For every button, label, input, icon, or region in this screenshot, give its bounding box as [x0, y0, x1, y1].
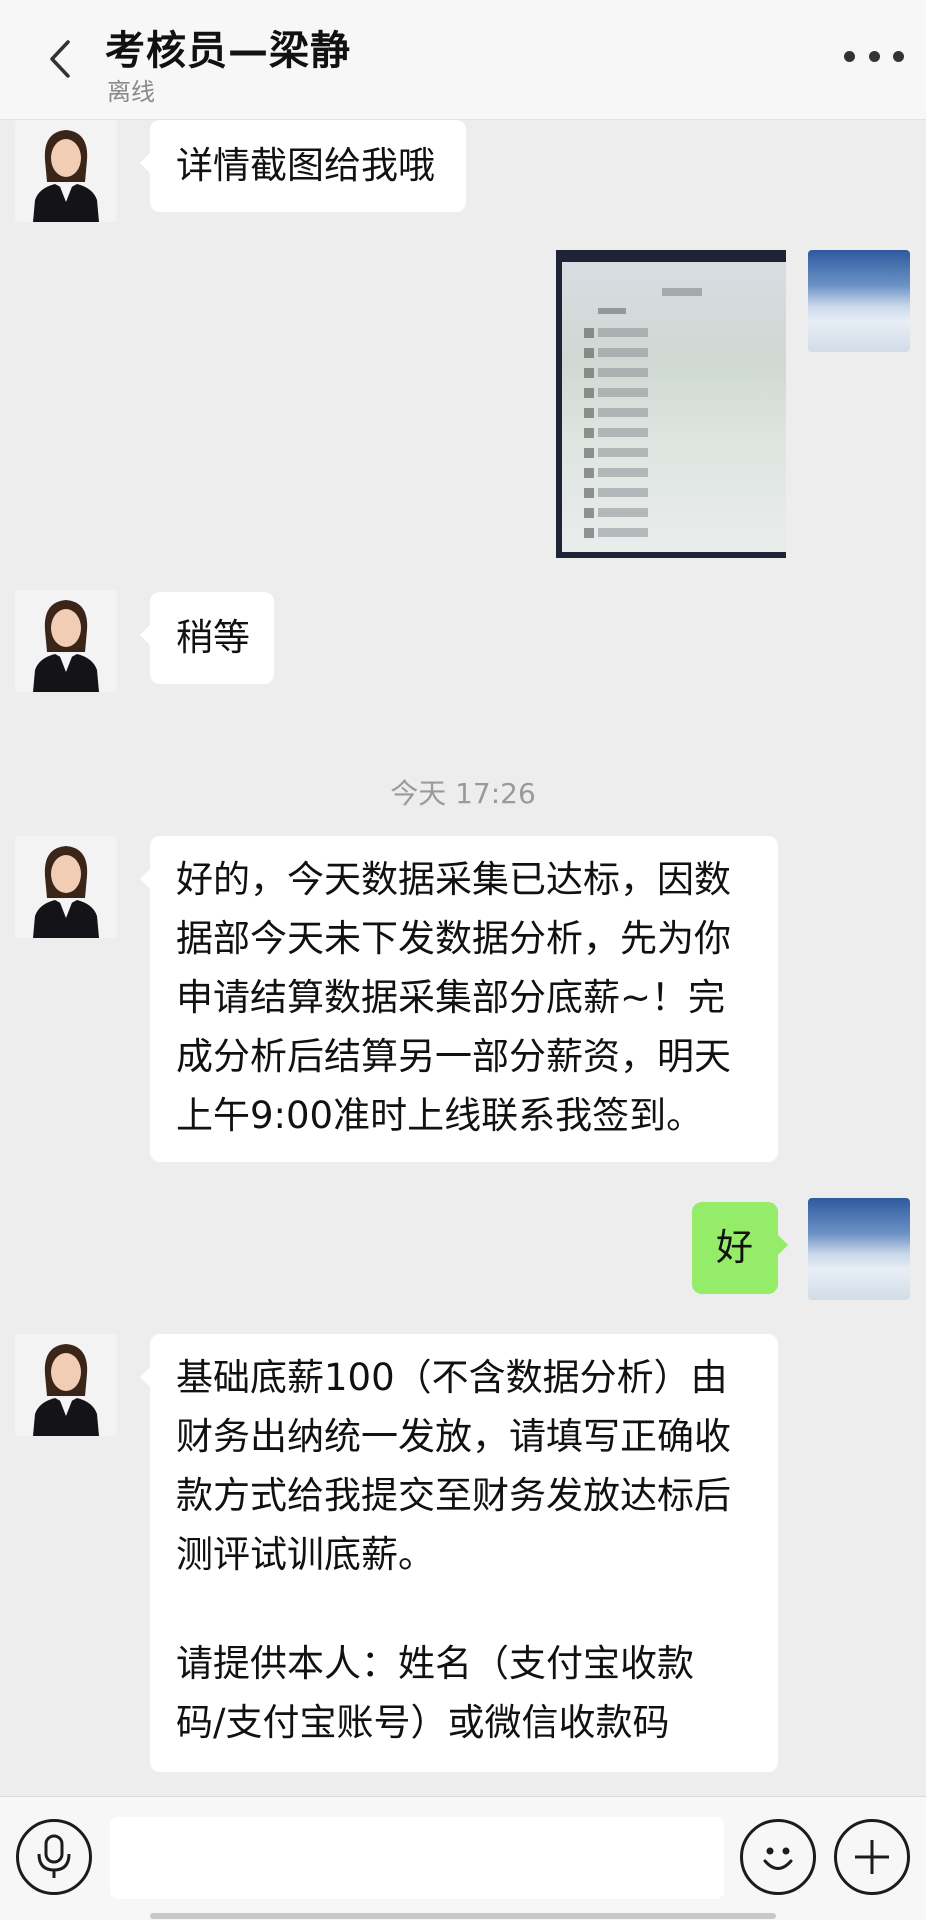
message-line: 据部今天未下发数据分析，先为你: [176, 917, 731, 960]
plus-icon[interactable]: [834, 1819, 910, 1895]
my-avatar[interactable]: [808, 250, 910, 352]
message-line: 测评试训底薪。: [176, 1533, 435, 1576]
home-indicator: [150, 1913, 776, 1919]
message-line: 款方式给我提交至财务发放达标后: [176, 1474, 731, 1517]
chat-header: 考核员—梁静 离线: [0, 0, 926, 120]
message-bubble[interactable]: 基础底薪100（不含数据分析）由 财务出纳统一发放，请填写正确收 款方式给我提交…: [140, 1334, 778, 1772]
more-dots-icon[interactable]: [844, 46, 904, 66]
contact-status: 离线: [107, 78, 155, 106]
contact-avatar[interactable]: [15, 1334, 117, 1436]
back-chevron-icon[interactable]: [40, 34, 80, 84]
my-avatar[interactable]: [808, 1198, 910, 1300]
message-line: [176, 1584, 752, 1634]
message-bubble[interactable]: 好的，今天数据采集已达标，因数 据部今天未下发数据分析，先为你 申请结算数据采集…: [140, 836, 778, 1162]
message-list[interactable]: 详情截图给我哦 稍等 今天 17:26 好的，今天数据采集已达标，因数 据部今天…: [0, 120, 926, 1796]
message-text: 详情截图给我哦: [176, 144, 435, 187]
message-line: 好的，今天数据采集已达标，因数: [176, 858, 731, 901]
microphone-icon[interactable]: [16, 1819, 92, 1895]
contact-avatar[interactable]: [15, 590, 117, 692]
message-line: 码/支付宝账号）或微信收款码: [176, 1701, 670, 1744]
message-line: 请提供本人：姓名（支付宝收款: [176, 1642, 694, 1685]
message-line: 上午9:00准时上线联系我签到。: [176, 1094, 704, 1137]
input-bar: [0, 1796, 926, 1920]
message-bubble[interactable]: 详情截图给我哦: [140, 120, 466, 212]
contact-avatar[interactable]: [15, 120, 117, 222]
my-message-bubble[interactable]: 好: [692, 1202, 788, 1294]
smiley-icon[interactable]: [740, 1819, 816, 1895]
message-line: 申请结算数据采集部分底薪~！完: [176, 976, 726, 1019]
image-message[interactable]: [556, 250, 786, 558]
chat-title: 考核员—梁静: [105, 28, 351, 74]
message-line: 成分析后结算另一部分薪资，明天: [176, 1035, 731, 1078]
message-input[interactable]: [110, 1817, 724, 1899]
contact-avatar[interactable]: [15, 836, 117, 938]
message-line: 基础底薪100（不含数据分析）由: [176, 1356, 728, 1399]
message-text: 好: [716, 1226, 753, 1269]
timestamp: 今天 17:26: [390, 777, 536, 810]
message-bubble[interactable]: 稍等: [140, 592, 274, 684]
message-text: 稍等: [176, 616, 250, 659]
message-line: 财务出纳统一发放，请填写正确收: [176, 1415, 731, 1458]
